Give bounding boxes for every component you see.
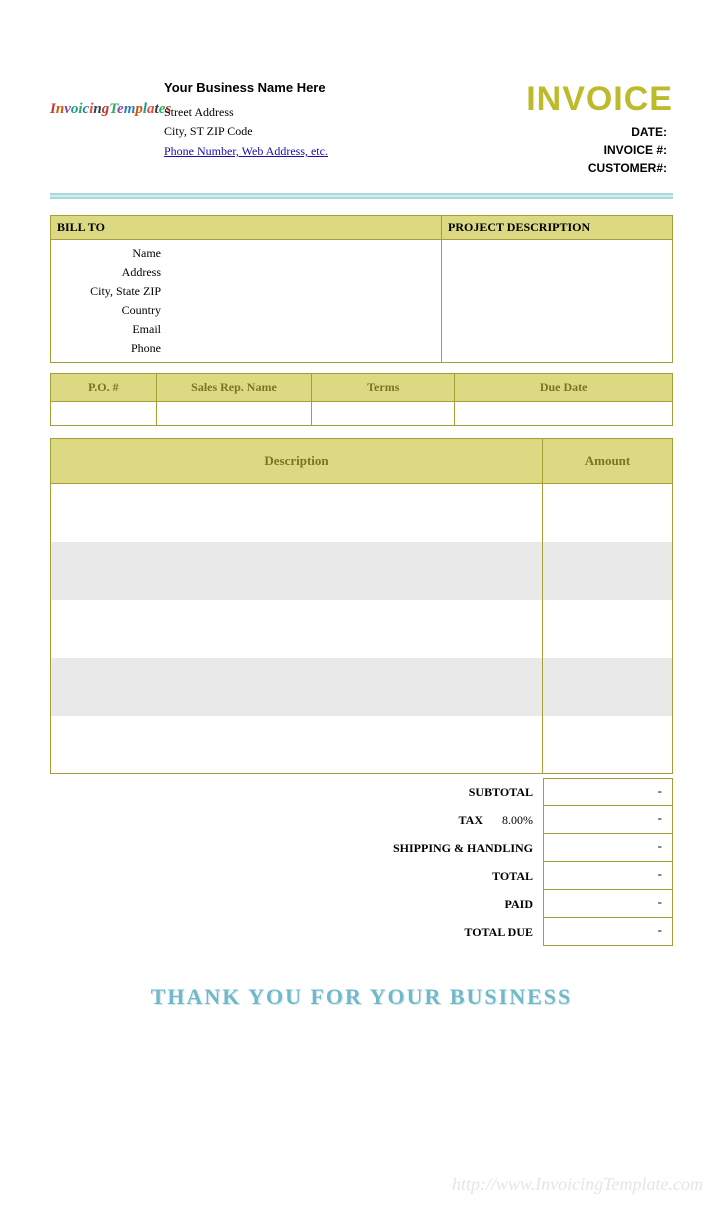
terms-cell[interactable]: [312, 402, 455, 426]
sales-rep-header: Sales Rep. Name: [156, 374, 312, 402]
description-header: Description: [51, 439, 543, 484]
billto-name: Name: [51, 244, 161, 263]
invoice-meta: INVOICE DATE: INVOICE #: CUSTOMER#:: [526, 80, 673, 179]
paid-label: PAID: [50, 897, 543, 912]
po-no-cell[interactable]: [51, 402, 157, 426]
item-amount-cell[interactable]: [543, 600, 673, 658]
total-due-label: TOTAL DUE: [50, 925, 543, 940]
item-amount-cell[interactable]: [543, 484, 673, 542]
subtotal-label: SUBTOTAL: [50, 785, 543, 800]
due-date-cell[interactable]: [455, 402, 673, 426]
tax-label: TAX: [459, 813, 483, 827]
billto-country: Country: [51, 301, 161, 320]
shipping-label: SHIPPING & HANDLING: [50, 841, 543, 856]
item-amount-cell[interactable]: [543, 658, 673, 716]
billto-city: City, State ZIP: [51, 282, 161, 301]
po-table: P.O. # Sales Rep. Name Terms Due Date: [50, 373, 673, 426]
item-desc-cell[interactable]: [51, 600, 543, 658]
item-desc-cell[interactable]: [51, 658, 543, 716]
tax-rate: 8.00%: [483, 813, 543, 828]
tax-value: -: [543, 806, 673, 834]
project-header: PROJECT DESCRIPTION: [442, 216, 672, 240]
item-desc-cell[interactable]: [51, 484, 543, 542]
sales-rep-cell[interactable]: [156, 402, 312, 426]
total-due-value: -: [543, 918, 673, 946]
item-desc-cell[interactable]: [51, 716, 543, 774]
po-no-header: P.O. #: [51, 374, 157, 402]
amount-header: Amount: [543, 439, 673, 484]
item-amount-cell[interactable]: [543, 716, 673, 774]
business-name: Your Business Name Here: [164, 80, 526, 95]
business-contact-link[interactable]: Phone Number, Web Address, etc.: [164, 144, 328, 158]
terms-header: Terms: [312, 374, 455, 402]
invoice-title: INVOICE: [526, 80, 673, 119]
shipping-value: -: [543, 834, 673, 862]
business-info: Your Business Name Here Street Address C…: [160, 80, 526, 159]
due-date-header: Due Date: [455, 374, 673, 402]
billto-section: BILL TO Name Address City, State ZIP Cou…: [50, 215, 673, 363]
total-value: -: [543, 862, 673, 890]
total-label: TOTAL: [50, 869, 543, 884]
invoice-no-label: INVOICE #:: [604, 143, 667, 157]
customer-no-label: CUSTOMER#:: [588, 161, 667, 175]
thankyou-message: THANK YOU FOR YOUR BUSINESS: [50, 984, 673, 1010]
subtotal-value: -: [543, 778, 673, 806]
logo: InvoicingTemplates: [50, 80, 160, 117]
item-amount-cell[interactable]: [543, 542, 673, 600]
items-table: Description Amount: [50, 438, 673, 774]
billto-header: BILL TO: [51, 216, 441, 240]
totals-section: SUBTOTAL - TAX 8.00% - SHIPPING & HANDLI…: [50, 778, 673, 946]
paid-value: -: [543, 890, 673, 918]
billto-phone: Phone: [51, 339, 161, 358]
header: InvoicingTemplates Your Business Name He…: [50, 80, 673, 179]
business-street: Street Address: [164, 105, 526, 120]
billto-address: Address: [51, 263, 161, 282]
watermark: http://www.InvoicingTemplate.com: [452, 1174, 703, 1195]
item-desc-cell[interactable]: [51, 542, 543, 600]
business-city: City, ST ZIP Code: [164, 124, 526, 139]
billto-email: Email: [51, 320, 161, 339]
divider: [50, 193, 673, 199]
date-label: DATE:: [631, 125, 667, 139]
